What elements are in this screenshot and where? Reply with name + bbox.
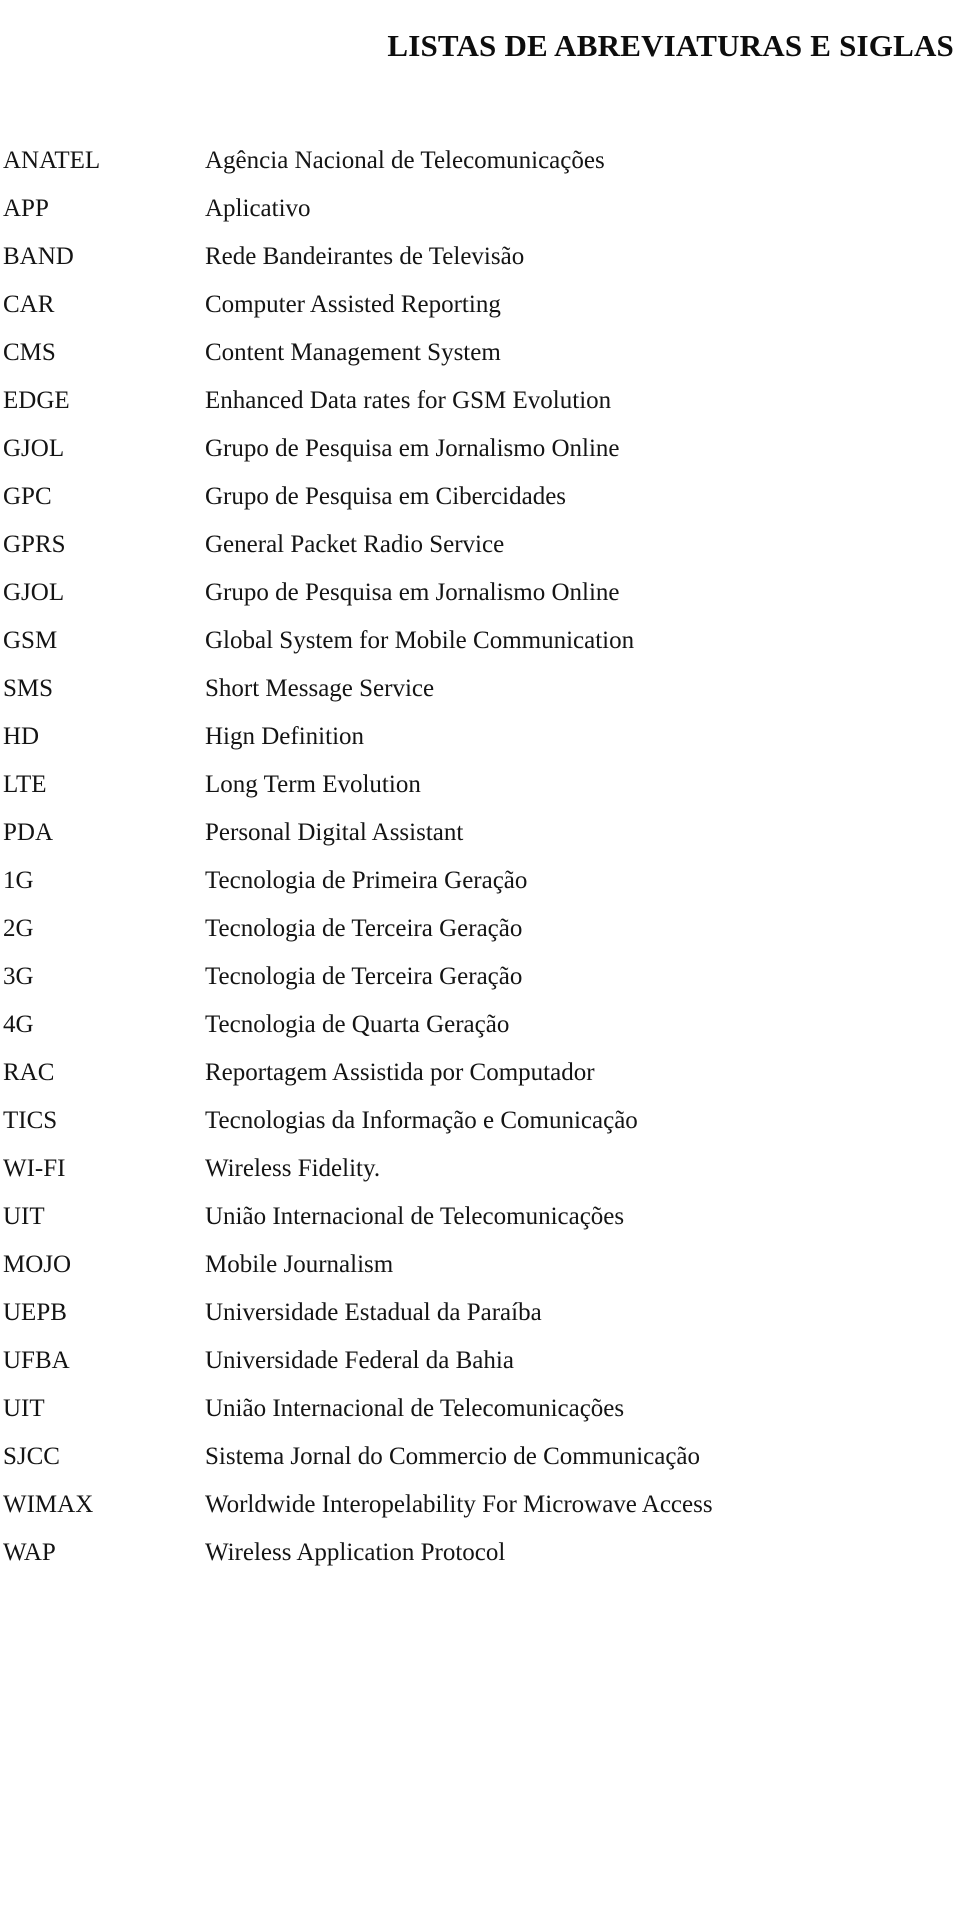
abbreviation-term: LTE [3,771,47,798]
abbreviation-term: WI-FI [3,1155,66,1182]
abbreviation-definition: Wireless Fidelity. [205,1155,381,1182]
page-title: LISTAS DE ABREVIATURAS E SIGLAS [387,27,954,63]
abbreviation-row: CMS Content Management System [0,329,960,377]
abbreviation-definition: Universidade Federal da Bahia [205,1347,514,1374]
abbreviation-list: ANATEL Agência Nacional de Telecomunicaçõ… [0,137,960,1577]
abbreviation-term: HD [3,723,40,750]
abbreviation-row: PDA Personal Digital Assistant [0,809,960,857]
abbreviation-row: LTE Long Term Evolution [0,761,960,809]
abbreviation-definition: Tecnologias da Informação e Comunicação [205,1107,638,1134]
abbreviation-row: CAR Computer Assisted Reporting [0,281,960,329]
abbreviation-term: 2G [3,915,34,942]
abbreviation-definition: Tecnologia de Terceira Geração [205,915,523,942]
abbreviation-term: MOJO [3,1251,72,1278]
abbreviation-definition: Grupo de Pesquisa em Cibercidades [205,483,567,510]
abbreviation-row: WAP Wireless Application Protocol [0,1529,960,1577]
abbreviation-definition: Content Management System [205,339,501,366]
abbreviation-term: 3G [3,963,34,990]
abbreviation-term: EDGE [3,387,70,414]
abbreviation-definition: Tecnologia de Quarta Geração [205,1011,510,1038]
abbreviation-definition: Reportagem Assistida por Computador [205,1059,595,1086]
abbreviation-row: GSM Global System for Mobile Communicatio… [0,617,960,665]
abbreviation-row: GPRS General Packet Radio Service [0,521,960,569]
abbreviation-term: UIT [3,1395,45,1422]
abbreviation-definition: União Internacional de Telecomunicações [205,1203,625,1230]
abbreviation-definition: Worldwide Interopelability For Microwave… [205,1491,713,1518]
abbreviation-term: GJOL [3,435,65,462]
abbreviation-term: SJCC [3,1443,60,1470]
abbreviation-row: 1G Tecnologia de Primeira Geração [0,857,960,905]
abbreviation-term: WIMAX [3,1491,94,1518]
abbreviation-row: GJOL Grupo de Pesquisa em Jornalismo Onli… [0,569,960,617]
abbreviation-definition: Agência Nacional de Telecomunicações [205,147,605,174]
abbreviation-row: GPC Grupo de Pesquisa em Cibercidades [0,473,960,521]
abbreviation-term: 4G [3,1011,34,1038]
abbreviation-definition: União Internacional de Telecomunicações [205,1395,625,1422]
abbreviation-row: 3G Tecnologia de Terceira Geração [0,953,960,1001]
abbreviation-term: RAC [3,1059,55,1086]
abbreviation-term: SMS [3,675,54,702]
abbreviation-row: BAND Rede Bandeirantes de Televisão [0,233,960,281]
abbreviation-row: SJCC Sistema Jornal do Commercio de Commu… [0,1433,960,1481]
abbreviation-term: GPC [3,483,52,510]
abbreviation-term: WAP [3,1539,56,1566]
abbreviation-term: TICS [3,1107,58,1134]
abbreviation-row: UFBA Universidade Federal da Bahia [0,1337,960,1385]
abbreviation-row: RAC Reportagem Assistida por Computador [0,1049,960,1097]
abbreviation-definition: Mobile Journalism [205,1251,394,1278]
abbreviation-definition: Aplicativo [205,195,311,222]
abbreviation-definition: Computer Assisted Reporting [205,291,501,318]
abbreviation-definition: Tecnologia de Terceira Geração [205,963,523,990]
abbreviation-row: UEPB Universidade Estadual da Paraíba [0,1289,960,1337]
abbreviation-term: PDA [3,819,54,846]
abbreviation-definition: Global System for Mobile Communication [205,627,635,654]
abbreviation-term: UEPB [3,1299,67,1326]
abbreviation-definition: Grupo de Pesquisa em Jornalismo Online [205,579,620,606]
abbreviation-term: CMS [3,339,56,366]
abbreviation-row: ANATEL Agência Nacional de Telecomunicaçõ… [0,137,960,185]
abbreviation-definition: Hign Definition [205,723,365,750]
abbreviation-term: 1G [3,867,34,894]
abbreviation-row: WIMAX Worldwide Interopelability For Micr… [0,1481,960,1529]
abbreviation-row: UIT União Internacional de Telecomunicaçõ… [0,1385,960,1433]
abbreviation-row: UIT União Internacional de Telecomunicaçõ… [0,1193,960,1241]
document-page: LISTAS DE ABREVIATURAS E SIGLAS ANATEL Ag… [0,0,960,1920]
abbreviation-definition: Tecnologia de Primeira Geração [205,867,528,894]
abbreviation-row: HD Hign Definition [0,713,960,761]
abbreviation-definition: Rede Bandeirantes de Televisão [205,243,525,270]
abbreviation-term: GPRS [3,531,66,558]
abbreviation-row: SMS Short Message Service [0,665,960,713]
abbreviation-definition: Wireless Application Protocol [205,1539,506,1566]
abbreviation-term: ANATEL [3,147,101,174]
abbreviation-row: 4G Tecnologia de Quarta Geração [0,1001,960,1049]
abbreviation-term: UFBA [3,1347,70,1374]
abbreviation-definition: Personal Digital Assistant [205,819,464,846]
abbreviation-term: CAR [3,291,55,318]
abbreviation-row: APP Aplicativo [0,185,960,233]
abbreviation-row: EDGE Enhanced Data rates for GSM Evolutio… [0,377,960,425]
abbreviation-term: UIT [3,1203,45,1230]
abbreviation-definition: Universidade Estadual da Paraíba [205,1299,542,1326]
abbreviation-term: GJOL [3,579,65,606]
abbreviation-definition: Sistema Jornal do Commercio de Communica… [205,1443,701,1470]
abbreviation-row: 2G Tecnologia de Terceira Geração [0,905,960,953]
abbreviation-row: GJOL Grupo de Pesquisa em Jornalismo Onli… [0,425,960,473]
abbreviation-definition: General Packet Radio Service [205,531,505,558]
abbreviation-row: MOJO Mobile Journalism [0,1241,960,1289]
abbreviation-definition: Long Term Evolution [205,771,421,798]
abbreviation-term: APP [3,195,49,222]
abbreviation-definition: Short Message Service [205,675,435,702]
abbreviation-row: TICS Tecnologias da Informação e Comunica… [0,1097,960,1145]
abbreviation-term: GSM [3,627,58,654]
abbreviation-definition: Enhanced Data rates for GSM Evolution [205,387,612,414]
abbreviation-term: BAND [3,243,74,270]
abbreviation-definition: Grupo de Pesquisa em Jornalismo Online [205,435,620,462]
abbreviation-row: WI-FI Wireless Fidelity. [0,1145,960,1193]
